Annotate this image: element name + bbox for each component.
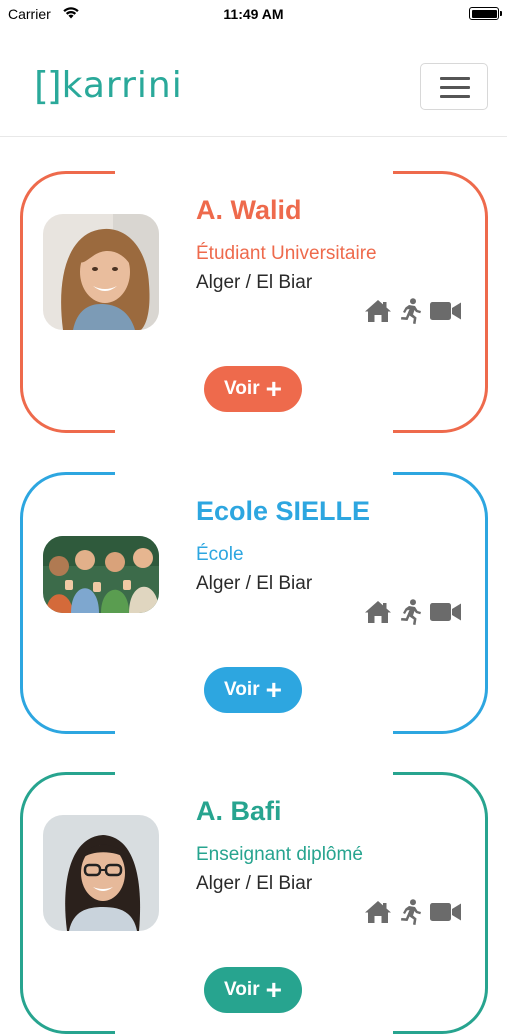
profile-role: École <box>196 544 244 565</box>
profile-role: Étudiant Universitaire <box>196 243 377 264</box>
status-time: 11:49 AM <box>223 6 284 22</box>
service-icons <box>364 297 468 325</box>
menu-button[interactable] <box>420 63 488 110</box>
profile-location: Alger / El Biar <box>196 573 313 594</box>
status-bar: Carrier 11:49 AM <box>0 0 507 30</box>
plus-icon: + <box>265 373 282 404</box>
voir-label: Voir <box>224 679 260 700</box>
profile-card[interactable]: A. Bafi Enseignant diplômé Alger / El Bi… <box>20 772 488 1034</box>
profile-card[interactable]: Ecole SIELLE École Alger / El Biar Voir + <box>20 472 488 734</box>
profile-location: Alger / El Biar <box>196 873 313 894</box>
video-camera-icon <box>430 603 461 621</box>
video-camera-icon <box>430 903 461 921</box>
plus-icon: + <box>265 674 282 705</box>
logo-text: karrini <box>61 65 183 106</box>
app-header: [] karrini <box>0 30 507 137</box>
profile-role: Enseignant diplômé <box>196 844 363 865</box>
logo-mark: [] <box>34 64 62 108</box>
home-icon <box>365 300 391 322</box>
profile-card[interactable]: A. Walid Étudiant Universitaire Alger / … <box>20 171 488 433</box>
voir-label: Voir <box>224 378 260 399</box>
service-icons <box>364 898 468 926</box>
video-camera-icon <box>430 302 461 320</box>
running-icon <box>401 599 421 625</box>
plus-icon: + <box>265 974 282 1005</box>
voir-button[interactable]: Voir + <box>204 366 302 412</box>
home-icon <box>365 601 391 623</box>
profile-name: A. Walid <box>196 195 302 225</box>
voir-button[interactable]: Voir + <box>204 667 302 713</box>
voir-button[interactable]: Voir + <box>204 967 302 1013</box>
voir-label: Voir <box>224 979 260 1000</box>
avatar <box>43 815 159 931</box>
battery-icon <box>469 7 502 20</box>
running-icon <box>401 899 421 925</box>
profile-name: A. Bafi <box>196 796 282 826</box>
profile-location: Alger / El Biar <box>196 272 313 293</box>
hamburger-icon <box>440 77 470 80</box>
avatar <box>43 536 159 613</box>
avatar <box>43 214 159 330</box>
running-icon <box>401 298 421 324</box>
home-icon <box>365 901 391 923</box>
karrini-logo[interactable]: [] karrini <box>34 64 183 108</box>
profile-name: Ecole SIELLE <box>196 496 371 526</box>
service-icons <box>364 598 468 626</box>
